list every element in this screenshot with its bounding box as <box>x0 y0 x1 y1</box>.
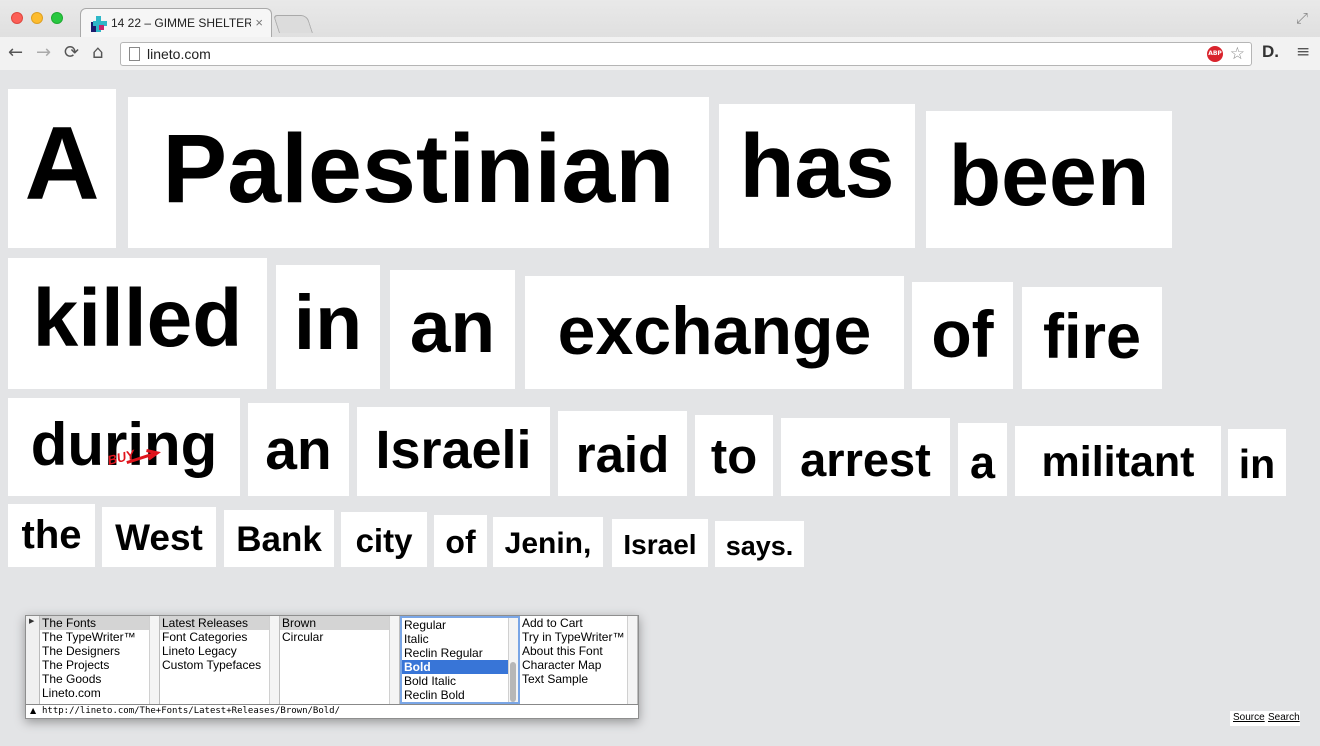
column-item[interactable]: Reclin Bold <box>402 688 518 702</box>
column-item[interactable]: Try in TypeWriter™ <box>520 630 637 644</box>
column-item[interactable]: Text Sample <box>520 672 637 686</box>
column-item[interactable]: Character Map <box>520 658 637 672</box>
column-item[interactable]: The Designers <box>40 644 159 658</box>
column-browser-handle[interactable]: ▶ <box>26 616 40 704</box>
column-item[interactable]: Bold Italic <box>402 674 518 688</box>
column-item[interactable]: Custom Typefaces <box>160 658 279 672</box>
extension-icon[interactable]: D. <box>1262 42 1279 62</box>
column-styles: Regular Italic Reclin Regular Bold Bold … <box>400 616 520 704</box>
headline-word[interactable]: West <box>102 507 216 567</box>
headline-word[interactable]: A <box>8 89 116 248</box>
headline-word[interactable]: Jenin, <box>493 517 603 567</box>
headline-word[interactable]: of <box>434 515 487 567</box>
collapse-arrow-icon[interactable]: ▲ <box>30 706 36 715</box>
headline-word[interactable]: an <box>390 270 515 389</box>
column-item[interactable]: About this Font <box>520 644 637 658</box>
column-item[interactable]: Regular <box>402 618 518 632</box>
column-item[interactable]: The TypeWriter™ <box>40 630 159 644</box>
headline-word[interactable]: says. <box>715 521 804 567</box>
column-scrollbar[interactable] <box>149 616 159 704</box>
new-tab-button[interactable] <box>273 15 313 33</box>
headline-word[interactable]: killed <box>8 258 267 389</box>
headline-word[interactable]: in <box>276 265 380 389</box>
lineto-favicon-icon <box>91 16 107 32</box>
column-item[interactable]: Circular <box>280 630 399 644</box>
headline-word[interactable]: fire <box>1022 287 1162 389</box>
menu-icon[interactable]: ≡ <box>1296 42 1310 62</box>
headline-word[interactable]: raid <box>558 411 687 496</box>
home-icon[interactable]: ⌂ <box>92 42 103 64</box>
column-item[interactable]: The Projects <box>40 658 159 672</box>
back-icon[interactable]: ← <box>8 42 23 64</box>
column-item[interactable]: Font Categories <box>160 630 279 644</box>
column-categories: Latest Releases Font Categories Lineto L… <box>160 616 280 704</box>
page-icon <box>129 47 140 61</box>
fullscreen-icon[interactable]: ⤢ <box>1296 9 1308 27</box>
headline-word[interactable]: arrest <box>781 418 950 496</box>
column-browser-path-bar: ▲ http://lineto.com/The+Fonts/Latest+Rel… <box>26 704 638 718</box>
column-scrollbar[interactable] <box>627 616 637 704</box>
reload-icon[interactable]: ⟳ <box>64 42 79 64</box>
bookmark-star-icon[interactable]: ☆ <box>1230 44 1245 64</box>
column-browser-path: http://lineto.com/The+Fonts/Latest+Relea… <box>42 706 341 716</box>
headline-word[interactable]: exchange <box>525 276 904 389</box>
expand-arrow-icon: ▶ <box>29 617 35 625</box>
column-item[interactable]: Lineto Legacy <box>160 644 279 658</box>
column-families: Brown Circular <box>280 616 400 704</box>
headline-word[interactable]: a <box>958 423 1007 496</box>
column-actions: Add to Cart Try in TypeWriter™ About thi… <box>520 616 638 704</box>
adblock-icon[interactable]: ABP <box>1207 46 1223 62</box>
headline-word[interactable]: of <box>912 282 1013 389</box>
headline-word[interactable]: militant <box>1015 426 1221 496</box>
column-item[interactable]: Italic <box>402 632 518 646</box>
column-item[interactable]: Reclin Regular <box>402 646 518 660</box>
minimize-window-button[interactable] <box>31 12 43 24</box>
headline-word[interactable]: been <box>926 111 1172 248</box>
headline-word[interactable]: an <box>248 403 349 496</box>
column-item[interactable]: The Fonts <box>40 616 159 630</box>
headline-word[interactable]: Bank <box>224 510 334 567</box>
tab-close-icon[interactable]: × <box>255 15 263 30</box>
headline-word[interactable]: has <box>719 104 915 248</box>
browser-chrome: 14 22 – GIMME SHELTER FI × ⤢ ← → ⟳ ⌂ lin… <box>0 0 1320 70</box>
forward-icon[interactable]: → <box>36 42 51 64</box>
column-browser: ▶ The Fonts The TypeWriter™ The Designer… <box>25 615 639 719</box>
column-sections: The Fonts The TypeWriter™ The Designers … <box>40 616 160 704</box>
headline-word[interactable]: Israeli <box>357 407 550 496</box>
column-item[interactable]: The Goods <box>40 672 159 686</box>
tab-title: 14 22 – GIMME SHELTER FI <box>111 16 251 30</box>
column-item-selected[interactable]: Bold <box>402 660 518 674</box>
headline-word[interactable]: Israel <box>612 519 708 567</box>
column-scrollbar[interactable] <box>389 616 399 704</box>
headline-word[interactable]: to <box>695 415 773 496</box>
column-item[interactable]: Brown <box>280 616 399 630</box>
scrollbar-thumb[interactable] <box>510 662 516 702</box>
headline-word[interactable]: during <box>8 398 240 496</box>
zoom-window-button[interactable] <box>51 12 63 24</box>
footer-links: Source Search <box>1230 711 1300 726</box>
tab-active[interactable]: 14 22 – GIMME SHELTER FI × <box>80 8 272 37</box>
close-window-button[interactable] <box>11 12 23 24</box>
headline-word[interactable]: city <box>341 512 427 567</box>
column-item[interactable]: Latest Releases <box>160 616 279 630</box>
column-scrollbar[interactable] <box>269 616 279 704</box>
toolbar: ← → ⟳ ⌂ lineto.com ABP ☆ <box>0 37 1320 70</box>
address-url[interactable]: lineto.com <box>147 46 211 62</box>
source-link[interactable]: Source <box>1233 712 1265 723</box>
column-scrollbar[interactable] <box>508 618 518 702</box>
address-bar[interactable]: lineto.com ABP ☆ <box>120 42 1252 66</box>
headline-word[interactable]: the <box>8 504 95 567</box>
headline-word[interactable]: in <box>1228 429 1286 496</box>
headline-word[interactable]: Palestinian <box>128 97 709 248</box>
column-item[interactable]: Lineto.com <box>40 686 159 700</box>
search-link[interactable]: Search <box>1268 712 1300 723</box>
column-item[interactable]: Add to Cart <box>520 616 637 630</box>
